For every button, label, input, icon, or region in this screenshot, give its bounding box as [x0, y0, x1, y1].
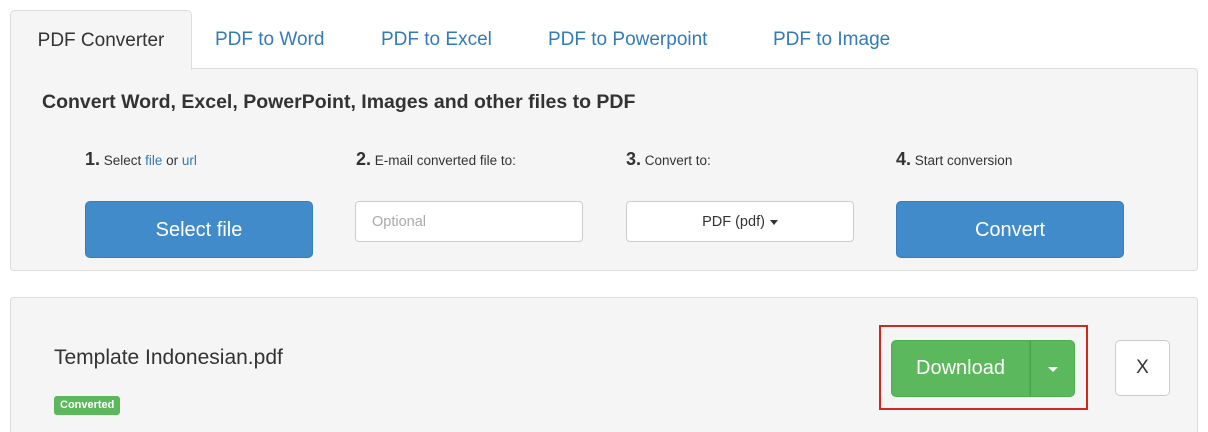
- tab-pdf-to-word[interactable]: PDF to Word: [215, 10, 324, 69]
- convert-button[interactable]: Convert: [896, 201, 1124, 258]
- download-button[interactable]: Download: [891, 340, 1030, 397]
- converter-panel: Convert Word, Excel, PowerPoint, Images …: [10, 68, 1198, 271]
- step-1-number: 1.: [85, 149, 101, 169]
- status-badge: Converted: [54, 396, 121, 415]
- step-4-text: Start conversion: [914, 153, 1013, 168]
- format-dropdown[interactable]: PDF (pdf): [626, 201, 854, 242]
- url-link[interactable]: url: [182, 153, 197, 168]
- step-4-number: 4.: [896, 149, 912, 169]
- step-1-label: 1. Select file or url: [85, 149, 197, 170]
- file-row: Template Indonesian.pdf Converted Downlo…: [10, 297, 1198, 432]
- tab-pdf-to-powerpoint[interactable]: PDF to Powerpoint: [548, 10, 707, 69]
- download-button-group: Download: [891, 340, 1075, 397]
- chevron-down-icon: [1048, 367, 1058, 372]
- format-value: PDF (pdf): [702, 214, 765, 230]
- step-2-number: 2.: [356, 149, 372, 169]
- panel-title: Convert Word, Excel, PowerPoint, Images …: [42, 91, 636, 113]
- remove-file-button[interactable]: X: [1115, 340, 1170, 396]
- tab-pdf-converter[interactable]: PDF Converter: [10, 10, 192, 70]
- step-2-text: E-mail converted file to:: [374, 153, 516, 168]
- select-file-button[interactable]: Select file: [85, 201, 313, 258]
- file-name: Template Indonesian.pdf: [54, 346, 283, 369]
- file-link[interactable]: file: [145, 153, 162, 168]
- step-4-label: 4. Start conversion: [896, 149, 1012, 170]
- tab-bar: PDF Converter PDF to Word PDF to Excel P…: [10, 10, 1198, 70]
- step-1-text: Select: [103, 153, 142, 168]
- download-dropdown-toggle[interactable]: [1030, 340, 1075, 397]
- chevron-down-icon: [769, 219, 778, 225]
- step-3-number: 3.: [626, 149, 642, 169]
- step-3-label: 3. Convert to:: [626, 149, 711, 170]
- tab-pdf-to-image[interactable]: PDF to Image: [773, 10, 890, 69]
- tab-pdf-to-excel[interactable]: PDF to Excel: [381, 10, 492, 69]
- email-field[interactable]: [355, 201, 583, 242]
- step-1-or: or: [166, 153, 179, 168]
- step-2-label: 2. E-mail converted file to:: [356, 149, 516, 170]
- step-3-text: Convert to:: [644, 153, 711, 168]
